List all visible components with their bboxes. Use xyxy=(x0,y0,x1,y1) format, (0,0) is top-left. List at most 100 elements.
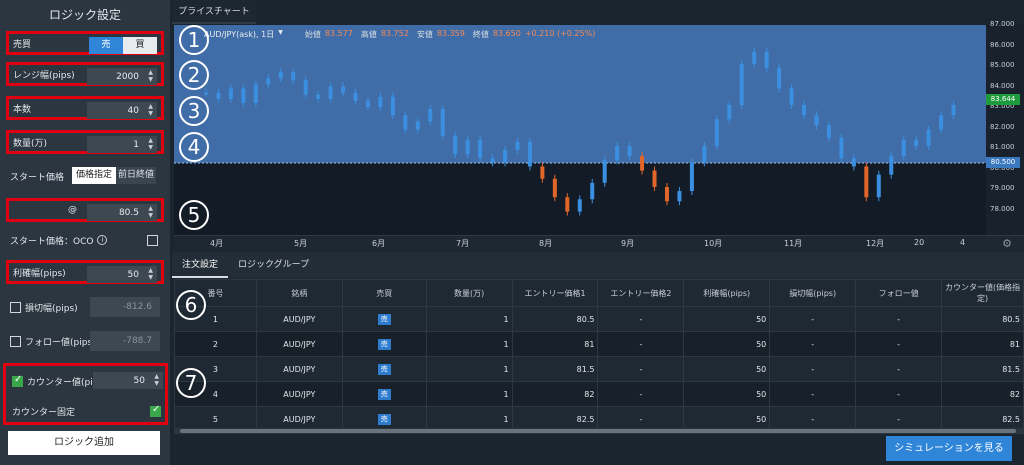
column-header: 売買 xyxy=(341,279,427,307)
column-header: エントリー価格1 xyxy=(511,279,599,307)
table-row[interactable]: 4 AUD/JPY 売 1 82-50- -82 xyxy=(174,381,1024,407)
x-tick-label: 11月 xyxy=(784,239,803,248)
at-stepper[interactable]: 80.5 ▲ ▼ xyxy=(87,204,157,221)
y-tick-label: 84.000 xyxy=(990,81,1015,90)
table-cell: 81.5 xyxy=(511,356,599,382)
follow-checkbox[interactable] xyxy=(10,335,21,347)
y-tick-label: 85.000 xyxy=(990,61,1015,69)
info-icon[interactable]: i xyxy=(97,235,108,245)
oco-checkbox[interactable] xyxy=(147,234,158,246)
candle xyxy=(565,197,570,212)
candle xyxy=(253,84,258,103)
at-value: 80.5 xyxy=(118,207,139,218)
stepper-arrows-icon[interactable]: ▲ ▼ xyxy=(148,69,153,83)
horizontal-scrollbar[interactable] xyxy=(174,428,1024,434)
table-cell: - xyxy=(769,381,857,407)
candle xyxy=(278,72,283,79)
table-cell: 80.5 xyxy=(941,306,1024,332)
candle xyxy=(764,51,769,69)
table-row[interactable]: 2 AUD/JPY 売 1 81-50- -81 xyxy=(174,331,1024,357)
range-stepper[interactable]: 2000 ▲ ▼ xyxy=(87,68,157,85)
stepper-arrows-icon[interactable]: ▲ ▼ xyxy=(154,373,159,387)
table-cell: - xyxy=(855,306,943,332)
side-label: 売買 xyxy=(13,39,32,50)
table-cell: 50 xyxy=(683,331,771,357)
candle xyxy=(789,88,794,105)
x-tick-label: 7月 xyxy=(456,239,470,248)
side-toggle: 売 買 xyxy=(89,37,157,54)
oco-row: スタート価格：OCO i xyxy=(6,228,164,252)
counter-row: カウンター値(pips) 50▲▼ xyxy=(8,369,163,393)
open-key: 始値 xyxy=(304,30,321,39)
column-header: フォロー値 xyxy=(855,279,943,307)
table-row[interactable]: 1 AUD/JPY 売 1 80.5-50- -80.5 xyxy=(174,306,1024,332)
y-tick-label: 86.000 xyxy=(990,40,1015,49)
stepper-arrows-icon[interactable]: ▲ ▼ xyxy=(148,205,153,219)
stop-checkbox[interactable] xyxy=(10,301,21,313)
chevron-down-icon[interactable]: ▼ xyxy=(278,29,283,40)
change-value: +0.210 (+0.25%) xyxy=(524,29,596,38)
symbol-label[interactable]: AUD/JPY(ask), 1日 xyxy=(204,29,274,40)
table-cell: 81.5 xyxy=(941,356,1024,382)
candle xyxy=(353,92,358,101)
counter-checkbox[interactable] xyxy=(12,374,23,387)
buy-button[interactable]: 買 xyxy=(123,37,157,54)
tab-price-chart[interactable]: プライスチャート xyxy=(172,0,256,24)
x-axis: 4月 5月 6月 7月 8月 9月 10月 11月 12月 20 4 ⚙ xyxy=(174,235,1024,251)
table-row[interactable]: 3 AUD/JPY 売 1 81.5-50- -81.5 xyxy=(174,356,1024,382)
stop-input[interactable]: -812.6 xyxy=(90,297,160,317)
count-stepper[interactable]: 40 ▲ ▼ xyxy=(87,102,157,119)
table-cell: - xyxy=(855,356,943,382)
add-logic-button[interactable]: ロジック追加 xyxy=(8,431,160,455)
candle xyxy=(615,145,620,161)
x-tick-label: 6月 xyxy=(372,239,386,248)
current-price-tag: 83.644 xyxy=(986,94,1020,105)
price-specify-button[interactable]: 価格指定 xyxy=(72,167,116,184)
candle xyxy=(602,160,607,183)
candle xyxy=(440,109,445,136)
gear-icon[interactable]: ⚙ xyxy=(1002,237,1012,250)
sell-button[interactable]: 売 xyxy=(89,37,123,54)
follow-input[interactable]: -788.7 xyxy=(90,331,160,351)
table-cell: 80.5 xyxy=(511,306,599,332)
x-tick-label: 8月 xyxy=(539,239,553,248)
start-price-row: スタート価格 価格指定 前日終値 xyxy=(6,164,164,188)
candle xyxy=(503,150,508,163)
candle xyxy=(490,158,495,163)
stepper-arrows-icon[interactable]: ▲ ▼ xyxy=(148,137,153,151)
low-key: 安値 xyxy=(416,30,433,39)
table-cell: - xyxy=(855,331,943,357)
scrollbar-thumb[interactable] xyxy=(180,429,1016,433)
prev-close-button[interactable]: 前日終値 xyxy=(116,167,156,184)
close-value: 83.650 xyxy=(492,29,521,38)
candle xyxy=(839,137,844,159)
range-row: レンジ幅(pips) 2000 ▲ ▼ xyxy=(6,62,164,86)
candle xyxy=(204,92,208,95)
stop-value: -812.6 xyxy=(122,302,152,312)
candle xyxy=(328,86,333,99)
table-cell: - xyxy=(597,306,685,332)
counter-stepper[interactable]: 50 ▲ ▼ xyxy=(93,372,163,389)
sell-badge: 売 xyxy=(377,363,391,375)
counter-fixed-checkbox[interactable] xyxy=(150,404,161,417)
candles-svg xyxy=(174,47,986,216)
view-simulation-button[interactable]: シミュレーションを見る xyxy=(886,436,1012,461)
column-header: 銘柄 xyxy=(255,279,343,307)
tab-order-settings[interactable]: 注文設定 xyxy=(172,252,229,278)
profit-stepper[interactable]: 50 ▲ ▼ xyxy=(87,266,157,283)
stepper-arrows-icon[interactable]: ▲ ▼ xyxy=(148,267,153,281)
candle xyxy=(540,166,545,179)
stepper-arrows-icon[interactable]: ▲ ▼ xyxy=(148,103,153,117)
table-cell: 81 xyxy=(941,331,1024,357)
at-row: @ 80.5 ▲ ▼ xyxy=(6,198,164,222)
candle xyxy=(876,174,881,198)
column-header: 損切幅(pips) xyxy=(769,279,857,307)
x-tick-label: 5月 xyxy=(294,239,308,248)
candle xyxy=(266,78,271,85)
table-cell: - xyxy=(597,381,685,407)
range-label: レンジ幅(pips) xyxy=(13,70,75,81)
qty-stepper[interactable]: 1 ▲ ▼ xyxy=(87,136,157,153)
candle xyxy=(739,63,744,105)
tab-logic-group[interactable]: ロジックグループ xyxy=(228,252,319,278)
counter-fixed-label: カウンター固定 xyxy=(12,407,76,418)
